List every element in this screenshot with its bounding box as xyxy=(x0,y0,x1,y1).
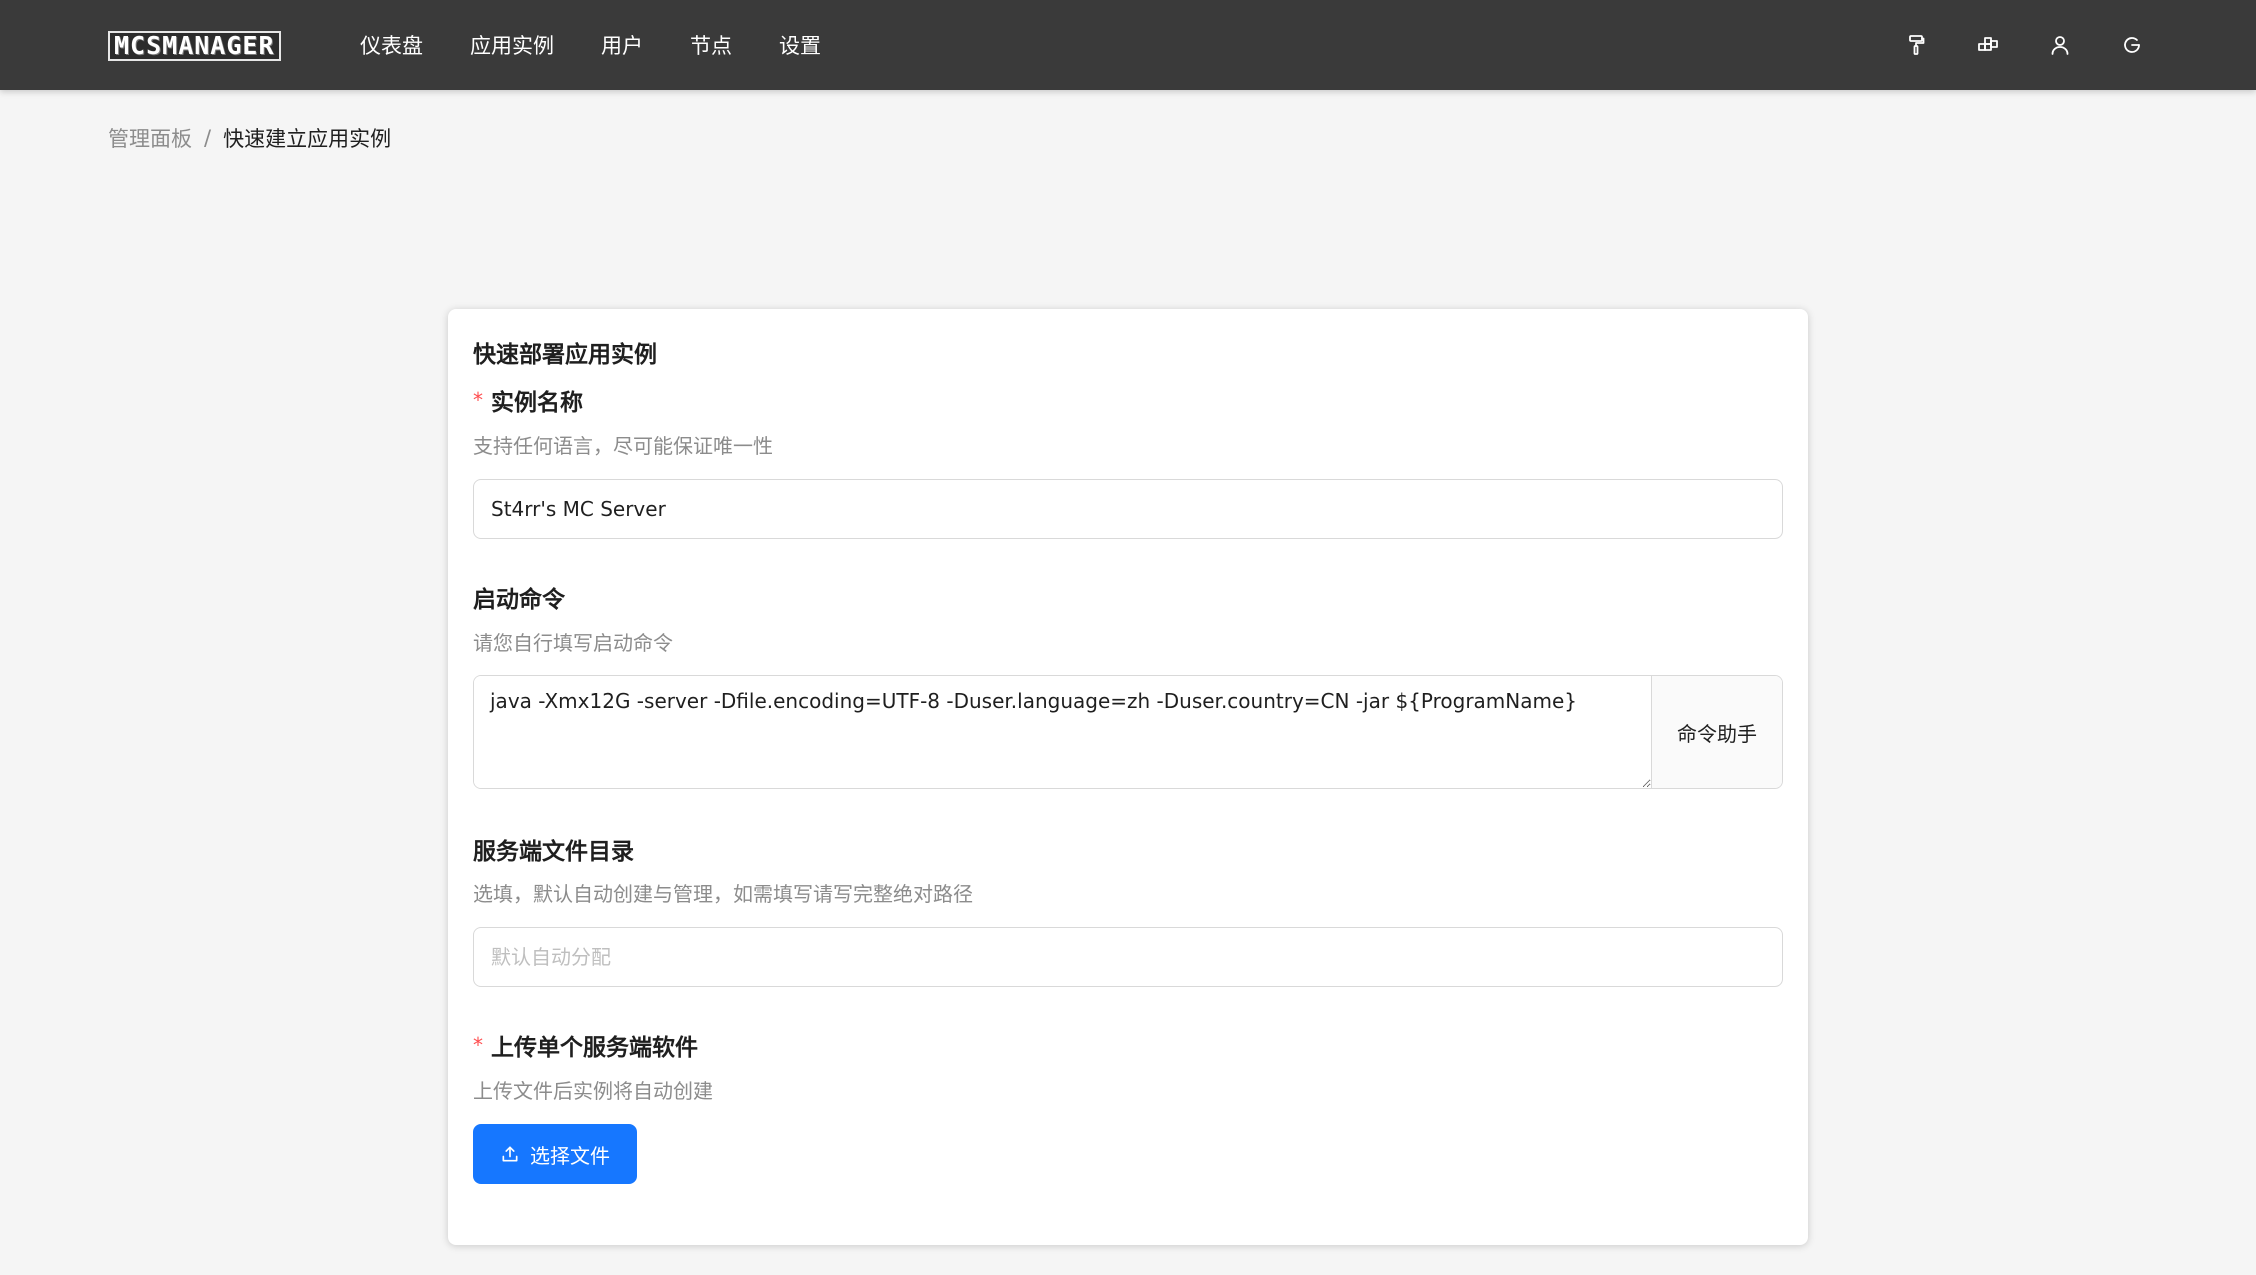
apps-icon xyxy=(1978,37,1998,51)
breadcrumb-current: 快速建立应用实例 xyxy=(223,127,392,151)
upload-label-text: 上传单个服务端软件 xyxy=(491,1035,698,1061)
logout-button[interactable] xyxy=(2096,21,2168,69)
start-command-label-text: 启动命令 xyxy=(473,587,565,613)
instance-name-label-text: 实例名称 xyxy=(491,390,583,416)
upload-icon xyxy=(502,1146,518,1162)
nav-icon-group xyxy=(1880,0,2168,90)
select-file-label: 选择文件 xyxy=(530,1143,610,1168)
paint-roller-icon xyxy=(1909,35,1925,55)
refresh-icon xyxy=(2124,37,2140,53)
quick-deploy-card: 快速部署应用实例 * 实例名称 支持任何语言，尽可能保证唯一性 启动命令 请您自… xyxy=(448,309,1808,1245)
breadcrumb-parent[interactable]: 管理面板 xyxy=(108,123,192,153)
nav-item-dashboard[interactable]: 仪表盘 xyxy=(360,30,423,60)
user-icon xyxy=(2051,36,2069,55)
start-command-group: java -Xmx12G -server -Dfile.encoding=UTF… xyxy=(473,675,1783,789)
upload-label: * 上传单个服务端软件 xyxy=(473,1028,698,1062)
start-command-label: 启动命令 xyxy=(473,580,565,614)
start-command-description: 请您自行填写启动命令 xyxy=(473,631,673,655)
theme-button[interactable] xyxy=(1880,21,1952,69)
select-file-button[interactable]: 选择文件 xyxy=(473,1124,637,1184)
instance-name-label: * 实例名称 xyxy=(473,383,583,417)
layout-button[interactable] xyxy=(1952,21,2024,69)
instance-name-input[interactable] xyxy=(473,479,1783,539)
start-command-input[interactable]: java -Xmx12G -server -Dfile.encoding=UTF… xyxy=(474,676,1652,788)
server-directory-description: 选填，默认自动创建与管理，如需填写请写完整绝对路径 xyxy=(473,882,973,906)
nav-item-users[interactable]: 用户 xyxy=(601,30,643,60)
server-directory-label: 服务端文件目录 xyxy=(473,832,634,866)
top-navigation-bar: MCSMANAGER 仪表盘 应用实例 用户 节点 设置 xyxy=(0,0,2256,90)
nav-item-nodes[interactable]: 节点 xyxy=(690,30,732,60)
card-title: 快速部署应用实例 xyxy=(473,342,657,368)
command-helper-button[interactable]: 命令助手 xyxy=(1652,676,1782,788)
user-button[interactable] xyxy=(2024,21,2096,69)
server-directory-label-text: 服务端文件目录 xyxy=(473,839,634,865)
main-nav: 仪表盘 应用实例 用户 节点 设置 xyxy=(360,0,868,90)
upload-description: 上传文件后实例将自动创建 xyxy=(473,1079,713,1103)
mcsmanager-logo[interactable]: MCSMANAGER xyxy=(108,31,281,61)
instance-name-description: 支持任何语言，尽可能保证唯一性 xyxy=(473,434,773,458)
required-mark: * xyxy=(473,388,483,412)
nav-item-instances[interactable]: 应用实例 xyxy=(470,30,554,60)
breadcrumb-separator: / xyxy=(204,126,212,150)
nav-item-settings[interactable]: 设置 xyxy=(779,30,821,60)
required-mark: * xyxy=(473,1033,483,1057)
server-directory-input[interactable] xyxy=(473,927,1783,987)
breadcrumb: 管理面板 / 快速建立应用实例 xyxy=(108,123,391,153)
